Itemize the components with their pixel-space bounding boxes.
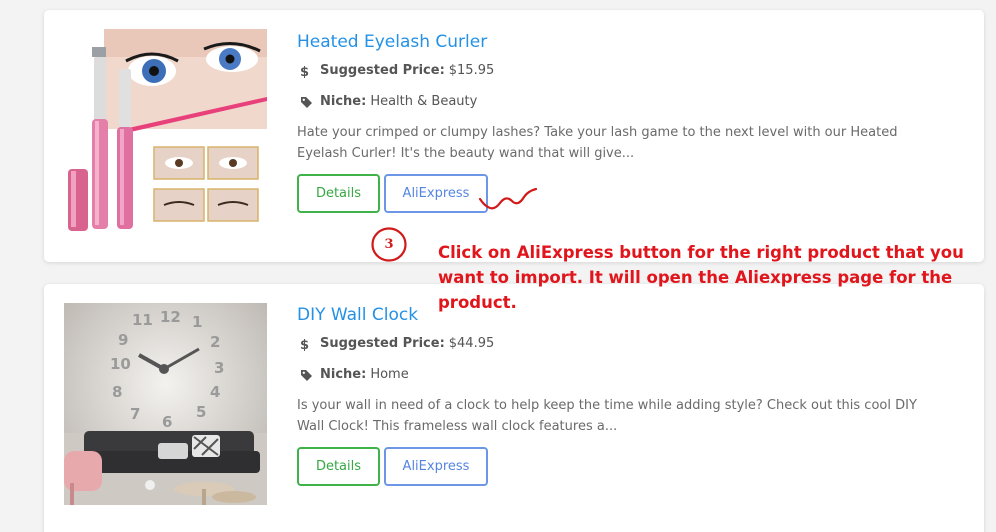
dollar-icon: $ <box>300 337 316 351</box>
price-value: $44.95 <box>448 336 495 351</box>
pointer-squiggle-icon <box>478 187 538 210</box>
niche: Niche: Home <box>297 366 964 384</box>
product-image[interactable]: 12 1 2 3 4 5 6 7 8 10 9 11 <box>64 303 267 505</box>
suggested-price: $ Suggested Price: $15.95 <box>297 62 964 80</box>
svg-text:8: 8 <box>112 383 122 401</box>
svg-text:$: $ <box>300 65 309 78</box>
price-label: Suggested Price: <box>320 63 445 78</box>
product-card: Heated Eyelash Curler $ Suggested Price:… <box>44 10 984 262</box>
instruction-text: Click on AliExpress button for the right… <box>438 243 964 312</box>
tag-icon <box>300 96 316 109</box>
svg-text:$: $ <box>300 338 309 351</box>
price-label: Suggested Price: <box>320 336 445 351</box>
svg-text:9: 9 <box>118 331 128 349</box>
niche-value: Health & Beauty <box>370 94 478 109</box>
wall-clock-product-image: 12 1 2 3 4 5 6 7 8 10 9 11 <box>64 303 267 505</box>
svg-text:5: 5 <box>196 403 206 421</box>
product-description: Hate your crimped or clumpy lashes? Take… <box>297 125 898 161</box>
niche-label: Niche: <box>320 367 367 382</box>
suggested-price: $ Suggested Price: $44.95 <box>297 335 964 353</box>
svg-text:6: 6 <box>162 413 172 431</box>
product-title[interactable]: DIY Wall Clock <box>297 303 418 327</box>
svg-text:7: 7 <box>130 405 140 423</box>
svg-text:2: 2 <box>210 333 220 351</box>
svg-text:12: 12 <box>160 308 181 326</box>
svg-text:11: 11 <box>132 311 153 329</box>
product-description: Is your wall in need of a clock to help … <box>297 398 917 434</box>
dollar-icon: $ <box>300 64 316 78</box>
product-card: 12 1 2 3 4 5 6 7 8 10 9 11 DIY Wall Cloc… <box>44 284 984 532</box>
product-info: DIY Wall Clock $ Suggested Price: $44.95… <box>297 303 964 486</box>
svg-text:3: 3 <box>214 359 224 377</box>
product-actions: Details AliExpress <box>297 447 964 486</box>
details-button[interactable]: Details <box>297 174 380 213</box>
niche-value: Home <box>370 367 409 382</box>
niche-label: Niche: <box>320 94 367 109</box>
product-info: Heated Eyelash Curler $ Suggested Price:… <box>297 30 964 213</box>
details-button[interactable]: Details <box>297 447 380 486</box>
svg-text:4: 4 <box>210 383 220 401</box>
tag-icon <box>300 369 316 382</box>
product-actions: Details AliExpress <box>297 174 964 213</box>
product-title[interactable]: Heated Eyelash Curler <box>297 30 487 54</box>
eyelash-curler-product-image <box>64 29 267 231</box>
svg-text:1: 1 <box>192 313 202 331</box>
svg-text:10: 10 <box>110 355 131 373</box>
aliexpress-button[interactable]: AliExpress <box>384 447 488 486</box>
product-image[interactable] <box>64 29 267 231</box>
step-number: 3 <box>384 236 394 252</box>
price-value: $15.95 <box>448 63 495 78</box>
aliexpress-button[interactable]: AliExpress <box>384 174 488 213</box>
niche: Niche: Health & Beauty <box>297 93 964 111</box>
